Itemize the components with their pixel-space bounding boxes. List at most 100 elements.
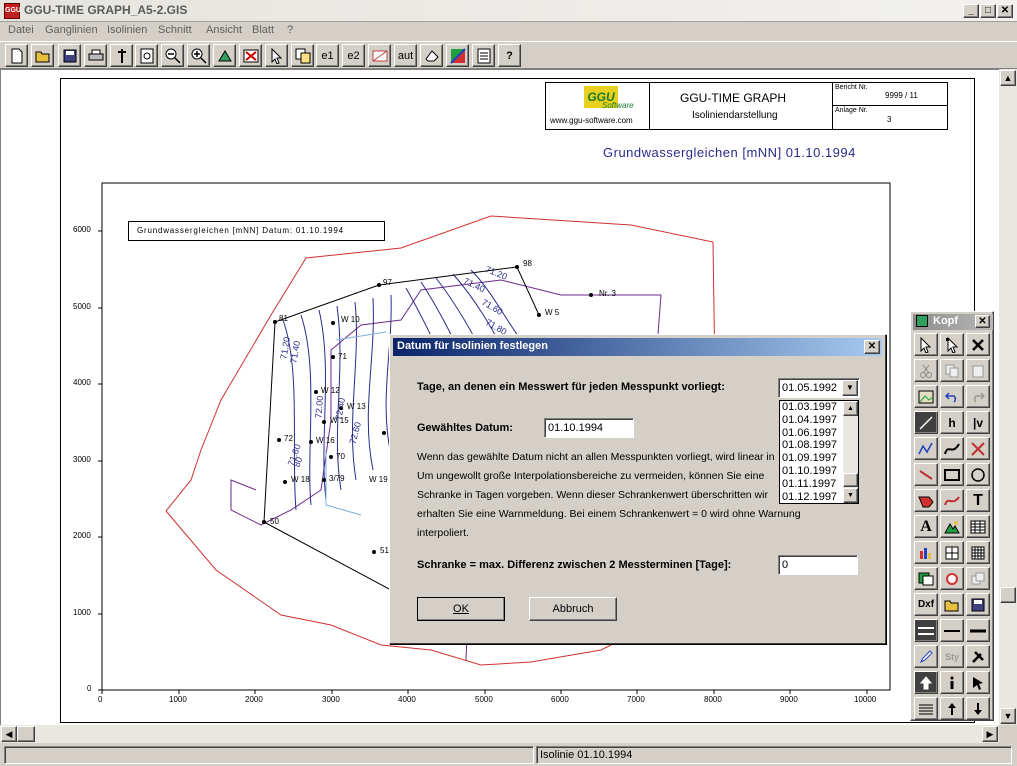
menu-isolinien[interactable]: Isolinien: [107, 24, 147, 36]
rectangle-tool-icon[interactable]: [368, 44, 391, 67]
redo-icon[interactable]: [966, 385, 990, 408]
copy-disabled-icon[interactable]: [940, 359, 964, 382]
dxf-button[interactable]: Dxf: [914, 593, 938, 616]
e2-button[interactable]: e2: [342, 44, 365, 67]
scroll-left-icon[interactable]: ◀: [1, 726, 17, 742]
page-zoom-icon[interactable]: [135, 44, 158, 67]
list-scroll-down-icon[interactable]: ▼: [843, 488, 858, 503]
list-scroll-thumb[interactable]: [843, 473, 858, 487]
pen-icon[interactable]: [914, 645, 938, 668]
text-tool-button[interactable]: T: [966, 489, 990, 512]
slash-tool-icon[interactable]: [914, 463, 938, 486]
delete-graphic-icon[interactable]: [239, 44, 262, 67]
help-button[interactable]: ?: [498, 44, 521, 67]
save-icon[interactable]: [58, 44, 81, 67]
paste-icon[interactable]: [966, 359, 990, 382]
record-icon[interactable]: [940, 567, 964, 590]
zoom-in-icon[interactable]: [187, 44, 210, 67]
select-node-icon[interactable]: [940, 333, 964, 356]
menu-ansicht[interactable]: Ansicht: [206, 24, 242, 36]
palette-title-bar[interactable]: Kopf ✕: [913, 314, 993, 330]
line-tool-icon[interactable]: [914, 411, 938, 434]
import-image-icon[interactable]: [914, 567, 938, 590]
vertical-scroll-thumb[interactable]: [1000, 587, 1016, 603]
ok-button[interactable]: OK: [417, 597, 505, 621]
scroll-up-icon[interactable]: ▲: [1000, 70, 1016, 86]
move-icon[interactable]: [213, 44, 236, 67]
line-style-thin-icon[interactable]: [966, 619, 990, 642]
palette-open-icon[interactable]: [940, 593, 964, 616]
menu-ganglinien[interactable]: Ganglinien: [45, 24, 98, 36]
delete-icon[interactable]: [966, 333, 990, 356]
maximize-button[interactable]: □: [980, 4, 996, 18]
grid-large-icon[interactable]: [966, 541, 990, 564]
grid-small-icon[interactable]: [940, 541, 964, 564]
print-icon[interactable]: [84, 44, 107, 67]
dialog-close-button[interactable]: ✕: [864, 340, 880, 354]
dialog-title-bar[interactable]: Datum für Isolinien festlegen ✕: [393, 338, 882, 356]
cut-icon[interactable]: [914, 359, 938, 382]
auto-button[interactable]: aut: [394, 44, 417, 67]
pin-icon[interactable]: [110, 44, 133, 67]
polyline-icon[interactable]: [914, 437, 938, 460]
info-icon[interactable]: [940, 671, 964, 694]
horizontal-scroll-thumb[interactable]: [17, 726, 35, 742]
open-folder-icon[interactable]: [31, 44, 54, 67]
list-scrollbar[interactable]: ▲ ▼: [843, 401, 858, 503]
list-icon[interactable]: [472, 44, 495, 67]
days-dropdown[interactable]: 01.05.1992 ▼: [778, 378, 860, 398]
move-down-icon[interactable]: [966, 697, 990, 720]
select-arrow-icon[interactable]: [914, 333, 938, 356]
x-tick: 8000: [704, 695, 722, 704]
curve-icon[interactable]: [940, 437, 964, 460]
cursor-black-icon[interactable]: [966, 671, 990, 694]
landscape-icon[interactable]: [940, 515, 964, 538]
rectangle-icon[interactable]: [940, 463, 964, 486]
scroll-right-icon[interactable]: ▶: [982, 726, 998, 742]
layers-disabled-icon[interactable]: [966, 567, 990, 590]
pointer-icon[interactable]: [265, 44, 288, 67]
zoom-out-icon[interactable]: [161, 44, 184, 67]
move-up-icon[interactable]: [940, 697, 964, 720]
menu-schnitt[interactable]: Schnitt: [158, 24, 192, 36]
minimize-button[interactable]: _: [963, 4, 979, 18]
style-button[interactable]: Sty: [940, 645, 964, 668]
cross-line-icon[interactable]: [966, 437, 990, 460]
menu-blatt[interactable]: Blatt: [252, 24, 274, 36]
eraser-icon[interactable]: [420, 44, 443, 67]
undo-icon[interactable]: [940, 385, 964, 408]
wave-icon[interactable]: [940, 489, 964, 512]
menu-datei[interactable]: Datei: [8, 24, 34, 36]
copy-icon[interactable]: [291, 44, 314, 67]
horizontal-line-button[interactable]: h: [940, 411, 964, 434]
horizontal-scrollbar[interactable]: ◀ ▶: [0, 725, 999, 743]
vertical-line-button[interactable]: |v: [966, 411, 990, 434]
new-file-icon[interactable]: [5, 44, 28, 67]
list-scroll-up-icon[interactable]: ▲: [843, 401, 858, 416]
circle-icon[interactable]: [966, 463, 990, 486]
hatch-icon[interactable]: [914, 697, 938, 720]
arrow-red-icon[interactable]: [914, 489, 938, 512]
date-input[interactable]: [544, 418, 634, 438]
scroll-down-icon[interactable]: ▼: [1000, 708, 1016, 724]
limit-input[interactable]: [778, 555, 858, 575]
font-button[interactable]: A: [914, 515, 938, 538]
cancel-button[interactable]: Abbruch: [529, 597, 617, 621]
e1-button[interactable]: e1: [316, 44, 339, 67]
table-icon[interactable]: [966, 515, 990, 538]
palette-close-button[interactable]: ✕: [975, 315, 990, 328]
up-arrow-icon[interactable]: [914, 671, 938, 694]
close-button[interactable]: ✕: [997, 4, 1013, 18]
color-fill-icon[interactable]: [446, 44, 469, 67]
app-icon[interactable]: GGU: [4, 3, 21, 19]
bar-chart-icon[interactable]: [914, 541, 938, 564]
line-style-medium-icon[interactable]: [940, 619, 964, 642]
vertical-scrollbar[interactable]: ▲ ▼: [999, 69, 1017, 725]
tools-icon[interactable]: [966, 645, 990, 668]
menu-help[interactable]: ?: [287, 24, 293, 36]
scroll-corner: [999, 725, 1017, 743]
chevron-down-icon[interactable]: ▼: [842, 380, 858, 396]
image-icon[interactable]: [914, 385, 938, 408]
palette-save-icon[interactable]: [966, 593, 990, 616]
line-style-thick-icon[interactable]: [914, 619, 938, 642]
